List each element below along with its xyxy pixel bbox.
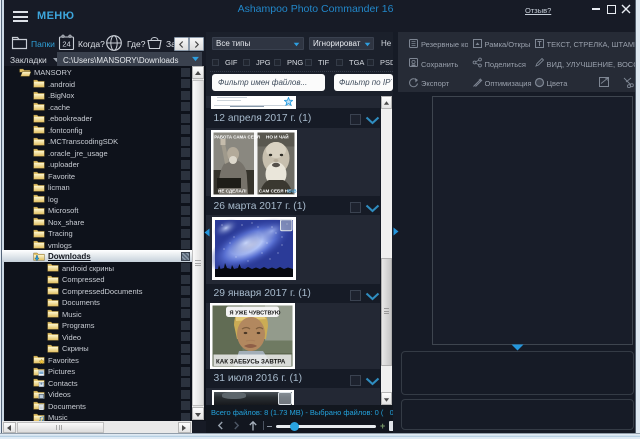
- svg-text:Я УЖЕ ЧУВСТВУЮ: Я УЖЕ ЧУВСТВУЮ: [230, 311, 281, 317]
- svg-text:НЕ СДЕЛАЛ!: НЕ СДЕЛАЛ!: [218, 188, 247, 193]
- svg-text:ЗАВ: ЗАВ: [287, 188, 297, 193]
- svg-text:24: 24: [62, 40, 70, 49]
- svg-text:РАБОТА САМА СЕБЯ: РАБОТА САМА СЕБЯ: [214, 134, 260, 139]
- svg-text:НО И ЧАЙ: НО И ЧАЙ: [266, 132, 289, 139]
- svg-text:КАК ЗАЕБУСЬ ЗАВТРА: КАК ЗАЕБУСЬ ЗАВТРА: [216, 359, 286, 366]
